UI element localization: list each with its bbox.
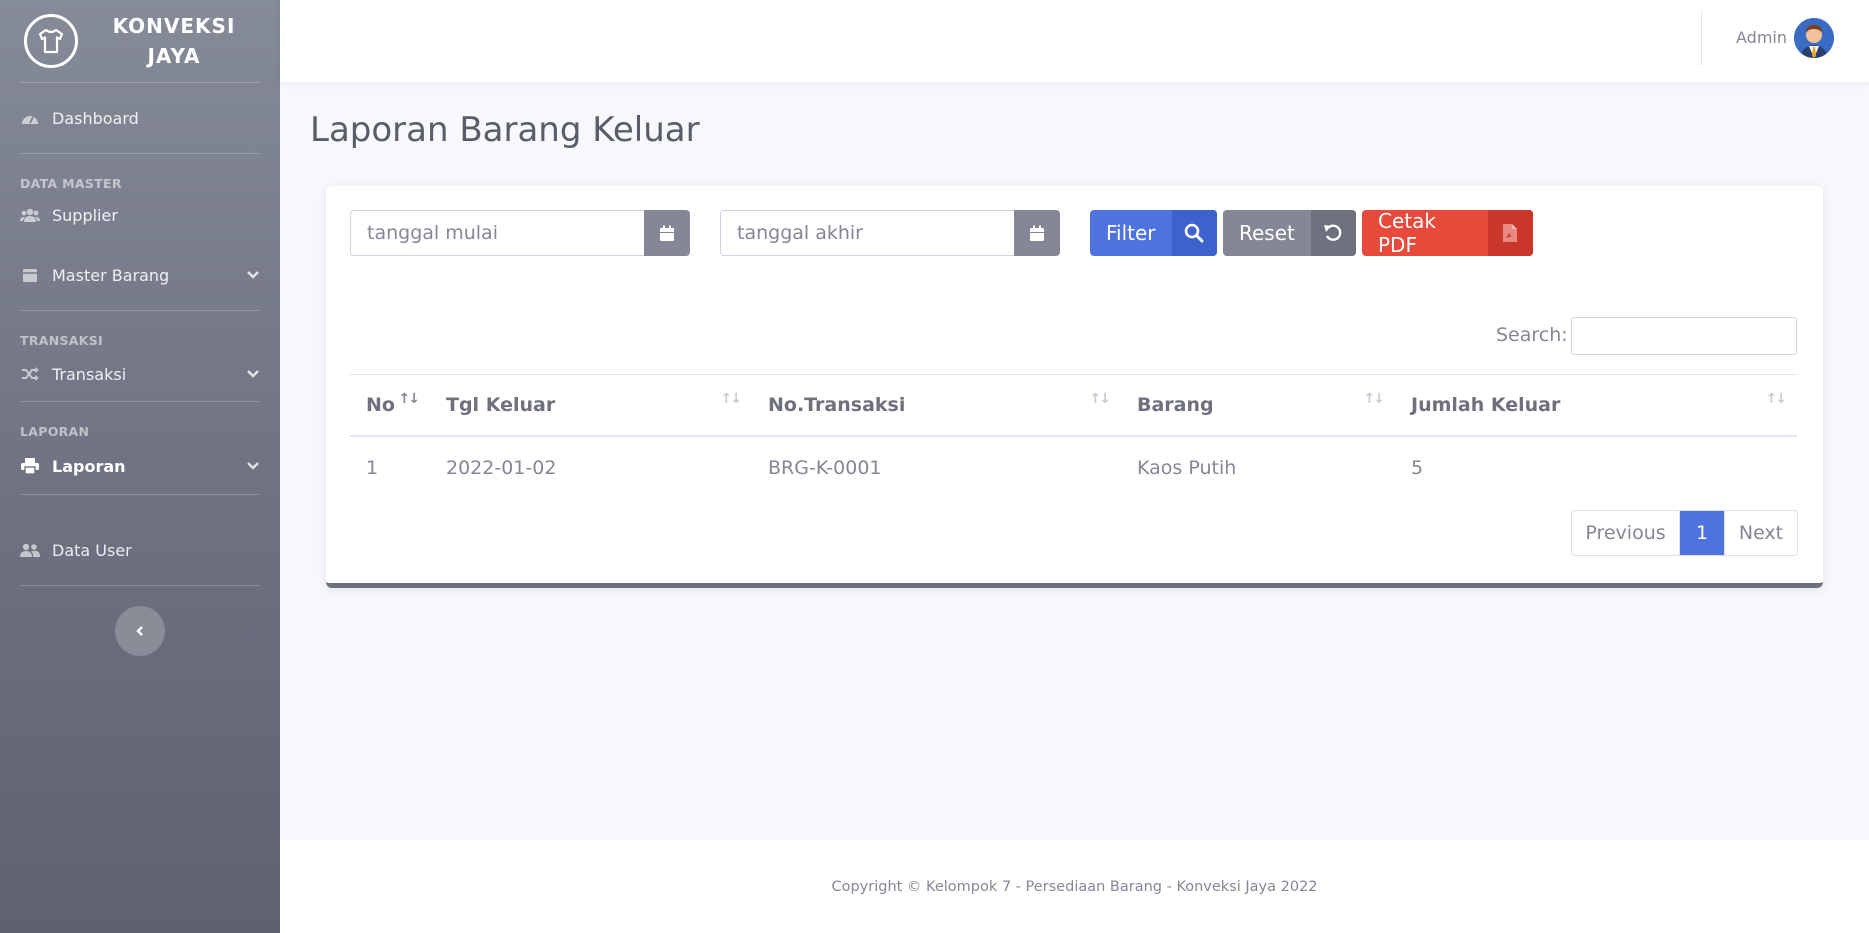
column-header-no[interactable]: No ↑↓ [350,375,430,435]
calendar-icon [660,225,674,241]
sidebar-item-label: Master Barang [52,265,170,285]
brand-name: KONVEKSI JAYA [78,11,280,71]
cell-jumlah-keluar: 5 [1411,457,1424,479]
sidebar-item-label: Transaksi [52,364,127,384]
column-header-tgl-keluar[interactable]: Tgl Keluar ↑↓ [430,375,752,435]
sidebar-item-master-barang[interactable]: Master Barang [0,240,280,310]
sort-icon: ↑↓ [1765,391,1788,407]
column-header-no-transaksi[interactable]: No.Transaksi ↑↓ [752,375,1121,435]
table-header-row: No ↑↓ Tgl Keluar ↑↓ No.Transaksi ↑↓ Bara… [350,374,1797,437]
pagination: Previous 1 Next [1571,510,1798,556]
undo-icon [1310,210,1356,256]
sort-icon: ↑↓ [1089,391,1112,407]
cell-tgl-keluar: 2022-01-02 [446,457,557,479]
chevron-left-icon [136,626,143,636]
topbar: Admin [280,0,1869,82]
column-header-label: No [366,394,395,416]
avatar[interactable] [1794,18,1834,58]
page-title: Laporan Barang Keluar [310,110,700,150]
cell-no: 1 [366,457,379,479]
brand-line-2: JAYA [147,44,201,68]
file-pdf-icon [1487,210,1533,256]
start-date-group [350,210,690,256]
sidebar-toggle-wrap [0,586,280,656]
sort-icon: ↑↓ [398,391,421,407]
tachometer-icon [20,110,40,126]
cell-no-transaksi: BRG-K-0001 [768,457,882,479]
copyright-text: Copyright © Kelompok 7 - Persediaan Bara… [831,878,1318,895]
sidebar-item-data-user[interactable]: Data User [0,495,280,585]
chevron-down-icon [247,462,259,470]
box-icon [20,267,40,283]
random-icon [20,366,40,382]
user-name[interactable]: Admin [1736,28,1787,47]
brand[interactable]: KONVEKSI JAYA [0,0,280,82]
reset-button-label: Reset [1239,221,1295,245]
sidebar-item-label: Supplier [52,205,118,225]
column-header-jumlah-keluar[interactable]: Jumlah Keluar ↑↓ [1395,375,1797,435]
reset-button[interactable]: Reset [1223,210,1356,256]
calendar-icon [1030,225,1044,241]
sidebar-heading-master: DATA MASTER [20,176,122,191]
sidebar-item-supplier[interactable]: Supplier [0,190,280,240]
end-date-group [720,210,1060,256]
brand-line-1: KONVEKSI [112,14,236,38]
chevron-down-icon [247,271,259,279]
topbar-divider [1701,10,1702,66]
sidebar-toggle-button[interactable] [115,606,165,656]
end-date-input[interactable] [720,210,1014,256]
sidebar-item-laporan[interactable]: Laporan [0,438,280,494]
users-icon [20,207,40,223]
sidebar: KONVEKSI JAYA Dashboard DATA MASTER Supp… [0,0,280,933]
print-pdf-button[interactable]: Cetak PDF [1362,210,1533,256]
sidebar-item-dashboard[interactable]: Dashboard [0,83,280,153]
column-header-barang[interactable]: Barang ↑↓ [1121,375,1395,435]
report-table: No ↑↓ Tgl Keluar ↑↓ No.Transaksi ↑↓ Bara… [350,374,1797,499]
print-pdf-button-label: Cetak PDF [1378,210,1436,256]
column-header-label: Barang [1137,394,1214,416]
search-label: Search: [1496,324,1568,346]
tshirt-logo-icon [24,14,78,68]
chevron-down-icon [247,370,259,378]
sidebar-item-transaksi[interactable]: Transaksi [0,347,280,401]
pagination-page-1[interactable]: 1 [1680,511,1724,555]
sort-icon: ↑↓ [720,391,743,407]
sort-icon: ↑↓ [1363,391,1386,407]
filter-button[interactable]: Filter [1090,210,1217,256]
footer: Copyright © Kelompok 7 - Persediaan Bara… [280,840,1869,933]
pagination-next[interactable]: Next [1724,511,1797,555]
start-date-input[interactable] [350,210,644,256]
table-row: 1 2022-01-02 BRG-K-0001 Kaos Putih 5 [350,437,1797,499]
search-icon [1171,210,1217,256]
print-icon [20,458,40,474]
pagination-previous[interactable]: Previous [1572,511,1680,555]
sidebar-item-label: Laporan [52,456,126,476]
cell-barang: Kaos Putih [1137,457,1237,479]
sidebar-item-label: Dashboard [52,108,139,128]
column-header-label: Tgl Keluar [446,394,556,416]
search-input[interactable] [1571,317,1797,355]
sidebar-heading-transaksi: TRANSAKSI [20,333,104,348]
sidebar-heading-laporan: LAPORAN [20,424,90,439]
sidebar-item-label: Data User [52,540,132,560]
report-card: Filter Reset Cetak PDF Search: No ↑↓ Tgl… [326,186,1823,588]
start-date-calendar-button[interactable] [644,210,690,256]
user-friends-icon [20,542,40,558]
column-header-label: Jumlah Keluar [1411,394,1561,416]
end-date-calendar-button[interactable] [1014,210,1060,256]
filter-button-label: Filter [1106,221,1156,245]
column-header-label: No.Transaksi [768,394,906,416]
